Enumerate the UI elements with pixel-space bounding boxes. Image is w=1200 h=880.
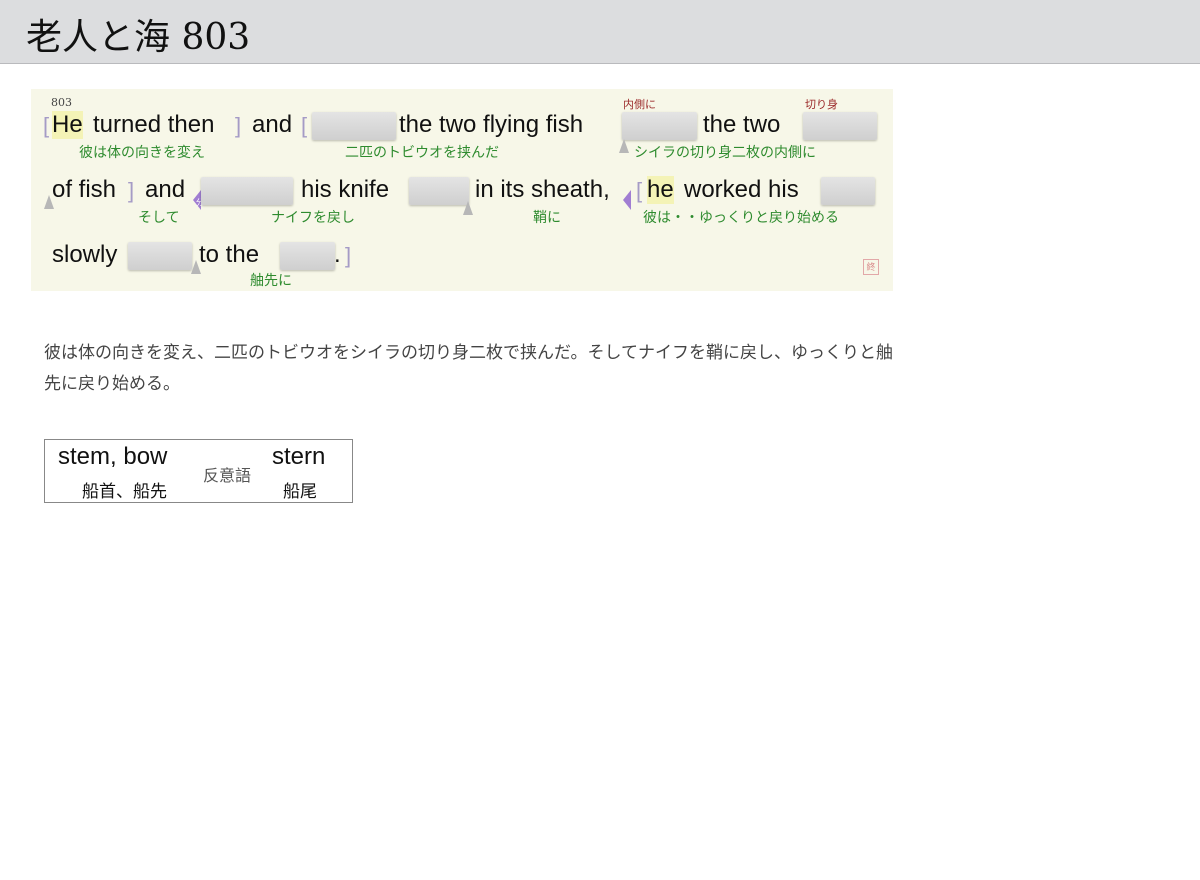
answer-blank[interactable] <box>803 112 877 140</box>
answer-blank[interactable] <box>312 112 396 140</box>
vocab-ja-right: 船尾 <box>283 482 317 502</box>
word-period: . <box>334 241 341 268</box>
vocab-relation: 反意語 <box>203 466 252 485</box>
word-of-fish: of fish <box>52 176 117 203</box>
gloss-put-fish: 二匹のトビウオを挟んだ <box>345 145 499 161</box>
word-his-knife: his knife <box>301 176 390 203</box>
gloss-turned: 彼は体の向きを変え <box>79 145 205 161</box>
word-and: and <box>145 176 186 203</box>
stamp-icon: 終 <box>863 259 879 275</box>
clause-bracket-open: [ <box>301 113 308 138</box>
answer-blank[interactable] <box>201 177 293 205</box>
page-title: 老人と海 803 <box>26 17 251 58</box>
insert-marker <box>463 201 473 215</box>
word-and: and <box>252 111 293 138</box>
hint-inside: 内側に <box>623 98 656 111</box>
word-two-flying-fish: the two flying fish <box>399 111 584 138</box>
vocab-en-left: stem, bow <box>58 443 168 470</box>
answer-blank[interactable] <box>409 177 469 205</box>
word-worked-his: worked his <box>684 176 799 203</box>
word-slowly: slowly <box>52 241 118 268</box>
insert-marker <box>619 139 629 153</box>
gloss-inside-fillets: シイラの切り身二枚の内側に <box>634 145 816 161</box>
answer-blank[interactable] <box>128 242 192 270</box>
clause-bracket-close: ] <box>128 178 135 203</box>
word-the-two: the two <box>703 111 781 138</box>
answer-blank[interactable] <box>821 177 875 205</box>
vocab-en-right: stern <box>272 443 326 470</box>
word-turned-then: turned then <box>93 111 215 138</box>
word-he: he <box>647 176 674 204</box>
sentence-panel: 803 内側に 切り身 [ He turned then ] and [ the… <box>31 89 893 291</box>
gloss-and: そして <box>138 210 180 226</box>
gloss-knife-back: ナイフを戻し <box>271 210 355 226</box>
word-he: He <box>52 111 83 139</box>
vocab-ja-left: 船首、船先 <box>82 482 167 502</box>
clause-bracket-close: ] <box>345 243 352 268</box>
sentence-number: 803 <box>51 96 72 109</box>
answer-blank[interactable] <box>280 242 335 270</box>
hint-fillets: 切り身 <box>805 98 838 111</box>
gloss-sheath: 鞘に <box>533 210 561 226</box>
clause-bracket-open: [ <box>43 113 50 138</box>
answer-blank[interactable] <box>622 112 697 140</box>
gloss-worked-back: 彼は・・ゆっくりと戻り始める <box>643 210 839 226</box>
word-to-the: to the <box>199 241 260 268</box>
vocab-box: stem, bow 船首、船先 反意語 stern 船尾 <box>44 439 353 503</box>
phrase-marker <box>623 190 631 210</box>
clause-bracket-close: ] <box>235 113 242 138</box>
gloss-bow: 舳先に <box>250 273 292 289</box>
clause-bracket-open: [ <box>636 178 643 203</box>
title-bar: 老人と海 803 <box>0 0 1200 64</box>
word-in-its-sheath: in its sheath, <box>475 176 610 203</box>
japanese-translation: 彼は体の向きを変え、二匹のトビウオをシイラの切り身二枚で挟んだ。そしてナイフを鞘… <box>44 343 893 394</box>
